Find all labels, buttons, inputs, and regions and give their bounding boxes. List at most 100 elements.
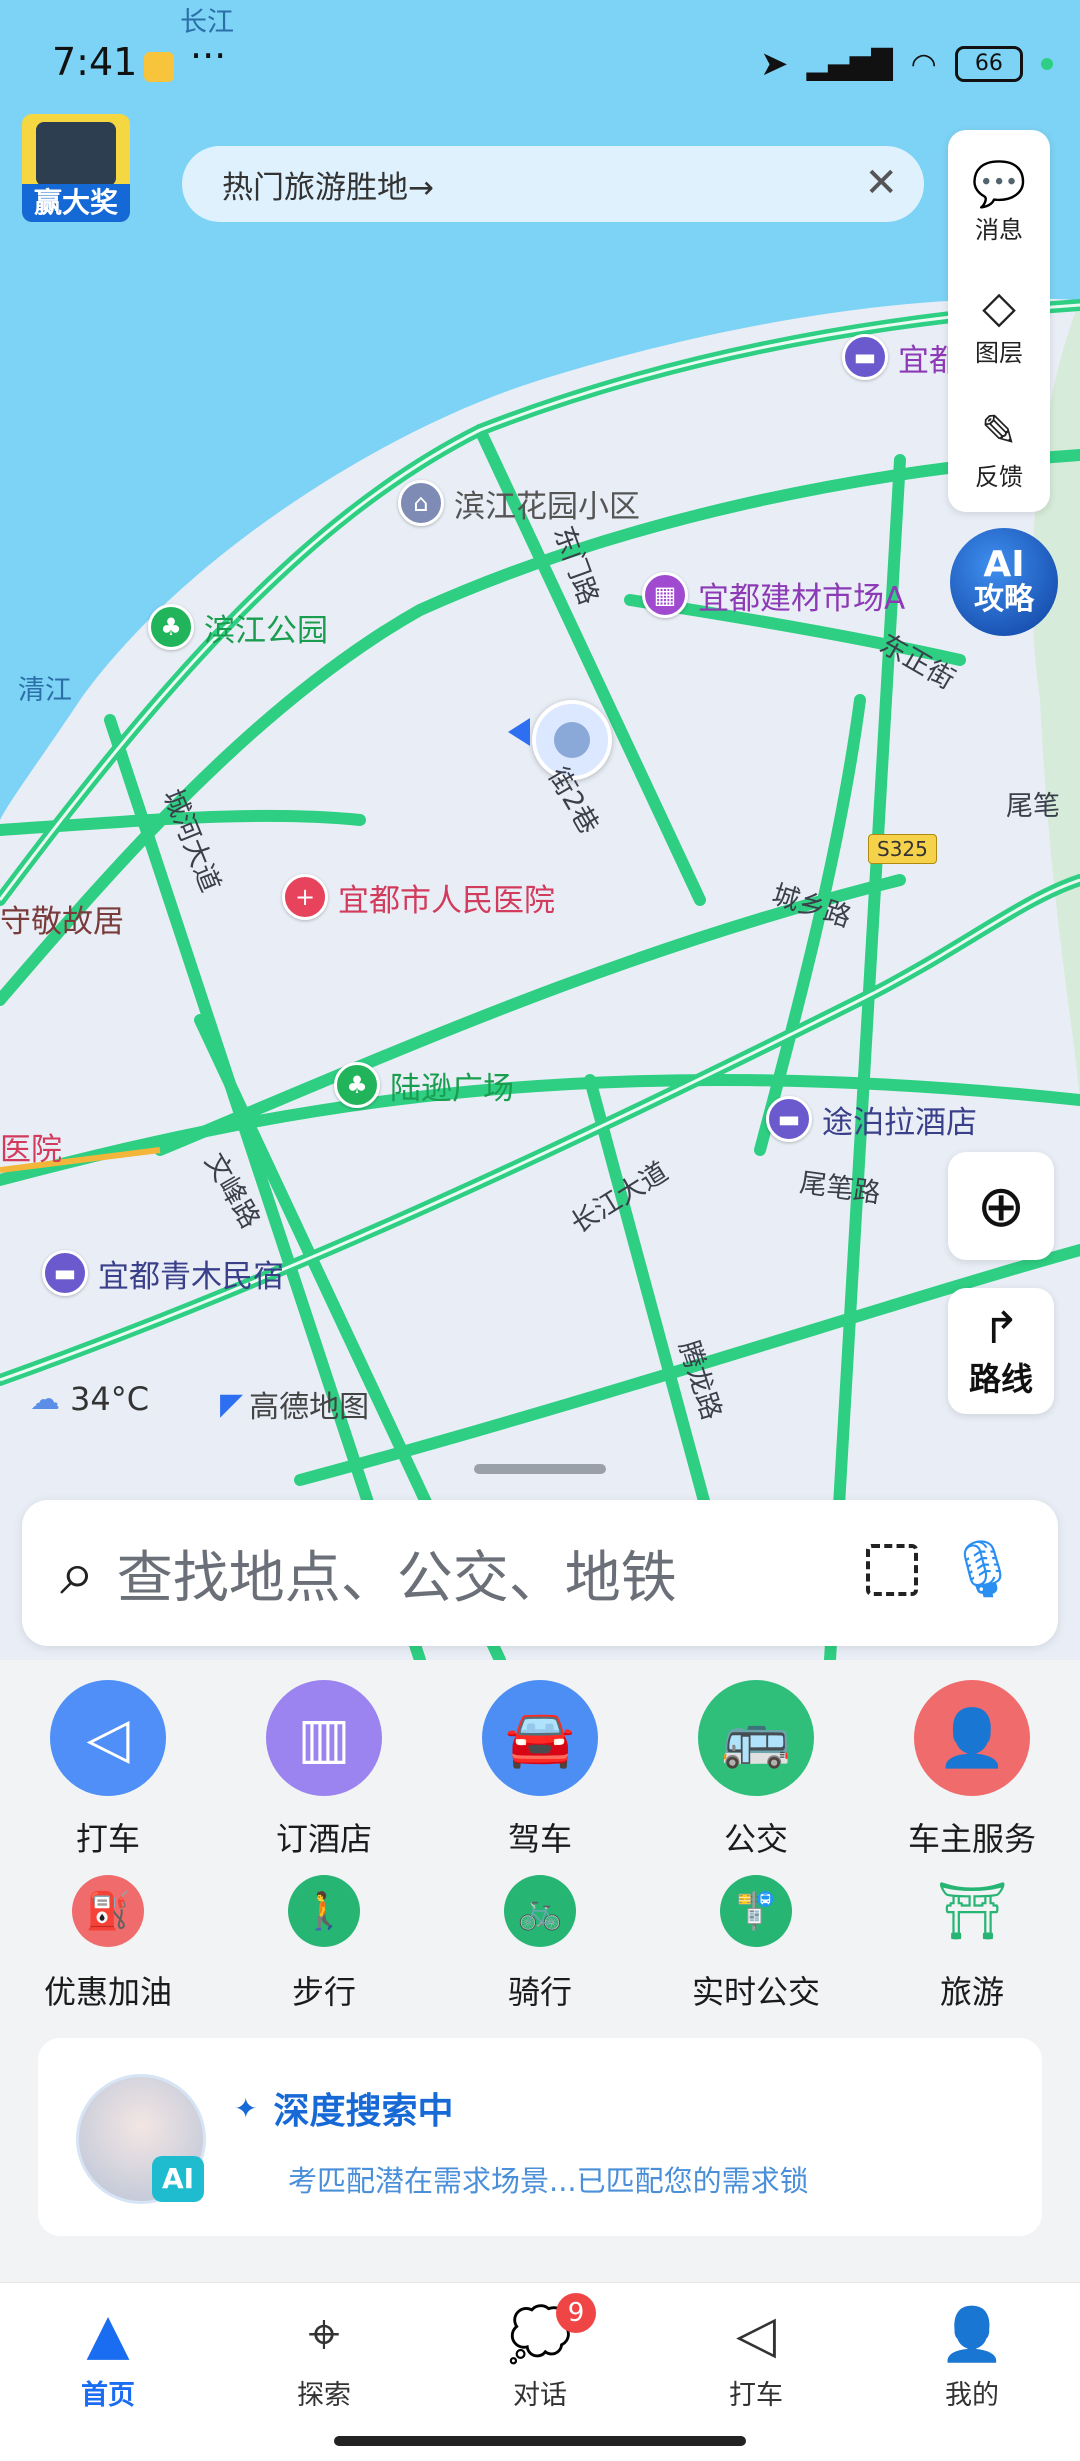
message-icon: 💬 [971, 158, 1027, 210]
search-input[interactable]: 查找地点、公交、地铁 [117, 1533, 677, 1614]
route-icon: ↱ [982, 1302, 1020, 1354]
feedback-button[interactable]: ✎ 反馈 [948, 394, 1050, 504]
pencil-icon: ✎ [980, 406, 1018, 457]
search-bar[interactable]: ⌕ 查找地点、公交、地铁 🎙 [22, 1500, 1058, 1646]
sparkle-icon: ✦ [234, 2091, 258, 2125]
signal-icon: ▂▄▆█ [806, 47, 893, 81]
tab-mine[interactable]: 👤 我的 [872, 2283, 1072, 2461]
user-avatar-icon [554, 722, 590, 758]
walk-icon: 🚶 [288, 1875, 360, 1947]
pin-icon: ⌖ [308, 2302, 340, 2367]
location-arrow-icon: ➤ [760, 44, 789, 84]
notification-icon [144, 52, 174, 82]
shop-icon: ▦ [642, 572, 688, 618]
map-label-qingjiang: 清江 [18, 675, 72, 706]
poi-binjiang-garden[interactable]: ⌂ 滨江花园小区 [398, 480, 640, 526]
poi-binjiang-park[interactable]: ♣ 滨江公园 [148, 604, 328, 650]
poi-hospital-left[interactable]: 医院 [0, 1124, 62, 1169]
taxi-icon: ◁ [50, 1680, 166, 1796]
status-icons: ➤ ▂▄▆█ ◠ 66 [760, 44, 1053, 84]
layers-button[interactable]: ◇ 图层 [948, 270, 1050, 380]
tab-chat[interactable]: 💭 9 对话 [440, 2283, 640, 2461]
service-realtime-bus[interactable]: 🚏 实时公交 [656, 1875, 856, 2013]
road-weibi: 尾笔 [1006, 791, 1060, 822]
ai-tag: AI [152, 2156, 204, 2202]
ai-guide-button[interactable]: AI 攻略 [950, 528, 1058, 636]
chat-badge: 9 [556, 2293, 596, 2333]
poi-qingmu[interactable]: ▬ 宜都青木民宿 [42, 1250, 284, 1296]
locate-button[interactable]: ⊕ [948, 1152, 1054, 1260]
service-walk[interactable]: 🚶 步行 [224, 1875, 424, 2013]
hospital-icon: + [282, 874, 328, 920]
locate-icon: ⊕ [976, 1172, 1026, 1240]
message-button[interactable]: 💬 消息 [948, 146, 1050, 256]
map-canvas [0, 0, 1080, 1660]
tab-home[interactable]: ▲ 首页 [8, 2283, 208, 2461]
park-icon: ♣ [334, 1062, 380, 1108]
profile-icon: 👤 [939, 2305, 1005, 2365]
service-car-owner[interactable]: 👤 车主服务 [872, 1680, 1072, 1860]
poi-luxun-square[interactable]: ♣ 陆逊广场 [334, 1062, 514, 1108]
car-icon: 🚘 [482, 1680, 598, 1796]
promo-ad[interactable]: 赢大奖 [22, 114, 130, 222]
promo-label: 赢大奖 [22, 184, 130, 222]
hot-destination-banner[interactable]: 热门旅游胜地→ ✕ [182, 146, 924, 222]
fuel-icon: ⛽ [72, 1875, 144, 1947]
wifi-icon: ◠ [910, 46, 937, 82]
poi-tubo-hotel[interactable]: ▬ 途泊拉酒店 [766, 1096, 977, 1142]
bike-icon: 🚲 [504, 1875, 576, 1947]
deep-search-title: ✦ 深度搜索中 [234, 2091, 454, 2132]
home-icon: ▲ [86, 2302, 130, 2367]
phone-image [36, 122, 116, 186]
taxi-tab-icon: ◁ [736, 2305, 776, 2365]
sub-services: ⛽ 优惠加油 🚶 步行 🚲 骑行 🚏 实时公交 ⛩ 旅游 [0, 1875, 1080, 2013]
service-travel[interactable]: ⛩ 旅游 [872, 1875, 1072, 2013]
home-indicator[interactable] [334, 2436, 746, 2446]
main-services: ◁ 打车 ▥ 订酒店 🚘 驾车 🚌 公交 👤 车主服务 [0, 1680, 1080, 1860]
status-time: 7:41 [52, 40, 138, 84]
poi-shoujing[interactable]: 守敬故居 [0, 896, 124, 941]
service-drive[interactable]: 🚘 驾车 [440, 1680, 640, 1860]
search-icon: ⌕ [60, 1536, 95, 1609]
close-icon[interactable]: ✕ [864, 160, 898, 206]
driver-icon: 👤 [914, 1680, 1030, 1796]
service-bike[interactable]: 🚲 骑行 [440, 1875, 640, 2013]
bus-icon: 🚌 [698, 1680, 814, 1796]
hotel-icon: ▬ [766, 1096, 812, 1142]
park-icon: ♣ [148, 604, 194, 650]
battery-icon: 66 [954, 46, 1023, 82]
tab-taxi[interactable]: ◁ 打车 [656, 2283, 856, 2461]
status-more-dots: ··· [190, 34, 227, 78]
weather-widget[interactable]: ☁ 34°C [30, 1380, 149, 1418]
cloud-icon: ☁ [30, 1381, 60, 1417]
map-side-panel: 💬 消息 ◇ 图层 ✎ 反馈 [948, 130, 1050, 512]
drag-handle[interactable] [474, 1464, 606, 1474]
poi-building-market[interactable]: ▦ 宜都建材市场A [642, 572, 905, 618]
deep-search-text: 考匹配潜在需求场景...已匹配您的需求锁 [288, 2164, 809, 2198]
poi-hospital[interactable]: + 宜都市人民医院 [282, 874, 555, 920]
map-view[interactable]: 长江 清江 ⌂ 滨江花园小区 ♣ 滨江公园 ▦ 宜都建材市场A ▬ 宜都假 + … [0, 0, 1080, 1660]
banner-text: 热门旅游胜地→ [222, 169, 434, 206]
service-fuel[interactable]: ⛽ 优惠加油 [8, 1875, 208, 2013]
hotel-icon: ▬ [42, 1250, 88, 1296]
charging-dot [1040, 58, 1053, 70]
amap-logo: ◤ 高德地图 [220, 1386, 370, 1426]
bottom-tab-bar: ▲ 首页 ⌖ 探索 💭 9 对话 ◁ 打车 👤 我的 [0, 2282, 1080, 2461]
tab-explore[interactable]: ⌖ 探索 [224, 2283, 424, 2461]
residential-icon: ⌂ [398, 480, 444, 526]
microphone-icon[interactable]: 🎙 [947, 1536, 1018, 1602]
pavilion-icon: ⛩ [936, 1879, 1008, 1944]
service-hotel[interactable]: ▥ 订酒店 [224, 1680, 424, 1860]
hotel-building-icon: ▥ [266, 1680, 382, 1796]
amap-logo-icon: ◤ [220, 1386, 244, 1422]
service-bus[interactable]: 🚌 公交 [656, 1680, 856, 1860]
service-taxi[interactable]: ◁ 打车 [8, 1680, 208, 1860]
realtime-bus-icon: 🚏 [720, 1875, 792, 1947]
heading-arrow-icon [508, 718, 530, 746]
scan-icon[interactable] [866, 1544, 918, 1596]
hotel-icon: ▬ [842, 334, 888, 380]
route-button[interactable]: ↱ 路线 [948, 1288, 1054, 1414]
deep-search-card[interactable]: AI ✦ 深度搜索中 考匹配潜在需求场景...已匹配您的需求锁 [38, 2038, 1042, 2236]
highway-shield: S325 [868, 834, 937, 864]
layers-icon: ◇ [982, 282, 1016, 333]
